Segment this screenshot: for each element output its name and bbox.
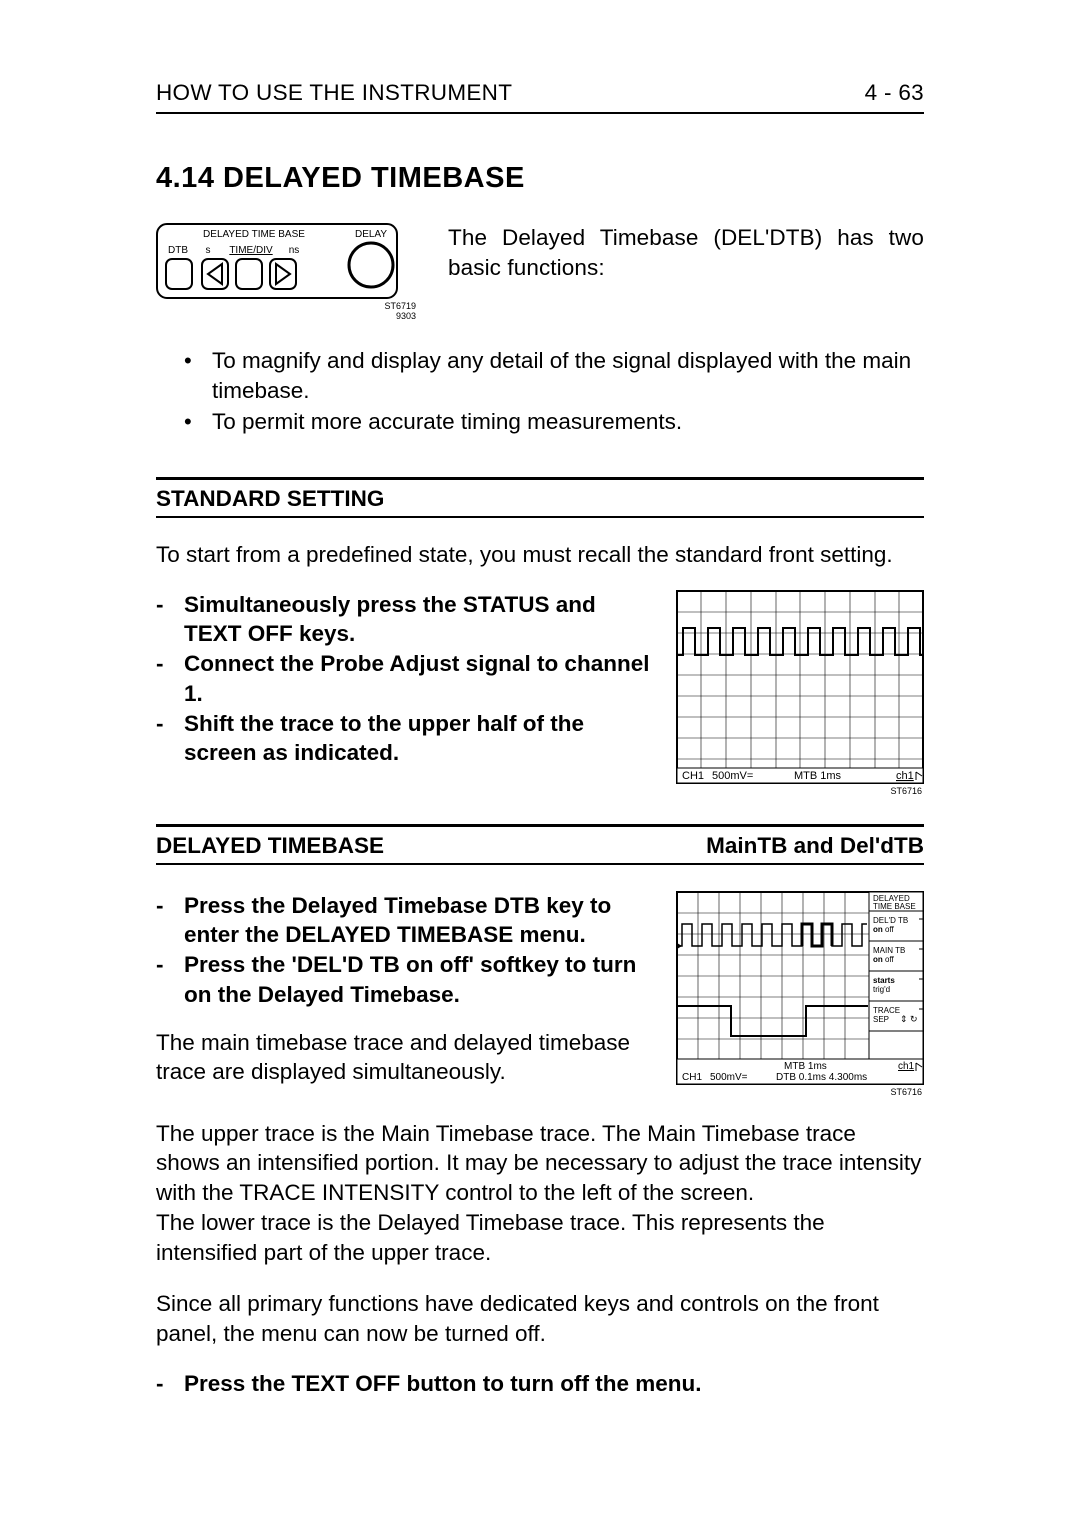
panel-dtb-label: DTB <box>168 245 188 256</box>
standard-setting-title: STANDARD SETTING <box>156 486 384 512</box>
softkey-main-tb-state: on off <box>873 955 895 964</box>
oscilloscope-screen-menu-icon: DELAYED TIME BASE DEL'D TB on off MAIN T… <box>676 891 924 1085</box>
screen-ch-label: CH1 <box>682 770 704 782</box>
oscilloscope-screen-icon: CH1 500mV= MTB 1ms ch1 <box>676 590 924 784</box>
document-page: HOW TO USE THE INSTRUMENT 4 - 63 4.14 DE… <box>0 0 1080 1529</box>
screen-v-label: 500mV= <box>710 1072 748 1083</box>
step-item: Simultaneously press the STATUS and TEXT… <box>156 590 650 649</box>
step-item: Shift the trace to the upper half of the… <box>156 709 650 768</box>
function-bullets: To magnify and display any detail of the… <box>156 346 924 437</box>
delayed-block: Press the Delayed Timebase DTB key to en… <box>156 891 924 1097</box>
figure-caption: ST6716 <box>676 1087 924 1097</box>
blank-key-icon <box>236 259 262 289</box>
step-item: Press the TEXT OFF button to turn off th… <box>156 1369 924 1399</box>
step-item: Press the Delayed Timebase DTB key to en… <box>156 891 650 950</box>
delayed-para4: Since all primary functions have dedicat… <box>156 1289 924 1348</box>
delayed-waveform-icon <box>677 1006 868 1036</box>
standard-setting-block: Simultaneously press the STATUS and TEXT… <box>156 590 924 796</box>
delayed-heading-left: DELAYED TIMEBASE <box>156 833 384 859</box>
page-header: HOW TO USE THE INSTRUMENT 4 - 63 <box>156 80 924 114</box>
menu-title2: TIME BASE <box>873 902 916 911</box>
delayed-para3: The lower trace is the Delayed Timebase … <box>156 1208 924 1267</box>
softkey-deld-tb: DEL'D TB <box>873 916 908 925</box>
figure-caption: ST6716 <box>676 786 924 796</box>
panel-ns-label: ns <box>289 245 300 256</box>
softkey-starts-sub: trig'd <box>873 985 890 994</box>
softkey-deld-tb-state: on off <box>873 925 895 934</box>
screen-v-label: 500mV= <box>712 770 753 782</box>
screen-mtb-label: MTB 1ms <box>794 770 842 782</box>
softkey-starts: starts <box>873 976 895 985</box>
softkey-tracesep-sub: SEP <box>873 1015 889 1024</box>
standard-setting-para: To start from a predefined state, you mu… <box>156 540 924 570</box>
delay-knob-icon <box>349 243 393 287</box>
left-arrow-key-icon <box>202 259 228 289</box>
standard-setting-heading: STANDARD SETTING <box>156 480 924 516</box>
panel-diagram: DELAYED TIME BASE DELAY DTB s TIME/DIV n… <box>156 223 420 328</box>
bullet-item: To magnify and display any detail of the… <box>184 346 924 405</box>
intro-text: The Delayed Timebase (DEL'DTB) has two b… <box>448 223 924 328</box>
panel-delay-label: DELAY <box>355 229 387 240</box>
bullet-item: To permit more accurate timing measureme… <box>184 407 924 437</box>
header-right: 4 - 63 <box>865 80 924 106</box>
main-waveform-icon <box>677 924 867 946</box>
delayed-after-steps: The main timebase trace and delayed time… <box>156 1028 650 1087</box>
delayed-screen-figure: DELAYED TIME BASE DEL'D TB on off MAIN T… <box>676 891 924 1097</box>
header-left: HOW TO USE THE INSTRUMENT <box>156 80 512 106</box>
section-title: 4.14 DELAYED TIMEBASE <box>156 162 924 195</box>
intensified-segment-icon <box>802 924 832 946</box>
softkey-tracesep: TRACE <box>873 1006 900 1015</box>
standard-steps: Simultaneously press the STATUS and TEXT… <box>156 590 650 768</box>
dtb-key-icon <box>166 259 192 289</box>
svg-text:⇕ ↻: ⇕ ↻ <box>900 1014 918 1024</box>
panel-title-label: DELAYED TIME BASE <box>203 229 305 240</box>
standard-screen-figure: CH1 500mV= MTB 1ms ch1 ST6716 <box>676 590 924 796</box>
divider <box>156 863 924 865</box>
screen-dtb-label: DTB 0.1ms 4.300ms <box>776 1072 867 1083</box>
screen-trig-label: ch1 <box>896 770 914 782</box>
panel-ref2: 9303 <box>396 311 416 321</box>
intro-block: DELAYED TIME BASE DELAY DTB s TIME/DIV n… <box>156 223 924 328</box>
delayed-steps: Press the Delayed Timebase DTB key to en… <box>156 891 650 1010</box>
panel-s-label: s <box>206 245 211 256</box>
screen-trig-label: ch1 <box>898 1061 915 1072</box>
screen-ch-label: CH1 <box>682 1072 702 1083</box>
softkey-main-tb: MAIN TB <box>873 946 905 955</box>
panel-timediv-label: TIME/DIV <box>229 245 273 256</box>
panel-ref1: ST6719 <box>384 301 416 311</box>
delayed-para2: The upper trace is the Main Timebase tra… <box>156 1119 924 1208</box>
right-arrow-key-icon <box>270 259 296 289</box>
screen-mtb-label: MTB 1ms <box>784 1061 827 1072</box>
delayed-timebase-panel-icon: DELAYED TIME BASE DELAY DTB s TIME/DIV n… <box>156 223 420 323</box>
step-item: Press the 'DEL'D TB on off' softkey to t… <box>156 950 650 1009</box>
delayed-heading-right: MainTB and Del'dTB <box>706 833 924 859</box>
divider <box>156 516 924 518</box>
delayed-timebase-heading: DELAYED TIMEBASE MainTB and Del'dTB <box>156 827 924 863</box>
step-item: Connect the Probe Adjust signal to chann… <box>156 649 650 708</box>
final-step-list: Press the TEXT OFF button to turn off th… <box>156 1369 924 1399</box>
